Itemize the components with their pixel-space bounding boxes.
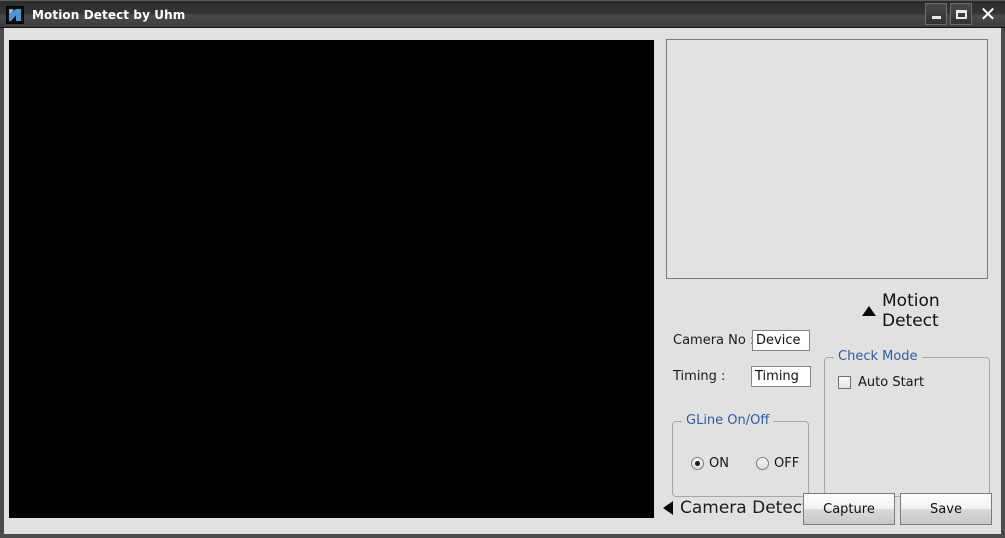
timing-label: Timing : xyxy=(673,369,726,384)
timing-row: Timing : xyxy=(673,366,811,387)
check-mode-group-title: Check Mode xyxy=(834,349,922,364)
radio-gline-on[interactable]: ON xyxy=(691,456,729,471)
radio-gline-on-label: ON xyxy=(709,456,729,471)
triangle-up-icon xyxy=(862,306,876,316)
save-button[interactable]: Save xyxy=(900,493,992,525)
camera-no-row: Camera No : xyxy=(673,330,810,351)
window-controls: ✕ xyxy=(925,3,1001,25)
app-window: Motion Detect by Uhm ✕ Motion Detect Cam… xyxy=(0,0,1005,538)
camera-detect-label: Camera Detect xyxy=(680,498,809,518)
triangle-left-icon xyxy=(663,501,673,515)
maximize-icon xyxy=(955,9,967,19)
motion-detect-label: Motion Detect xyxy=(882,291,940,331)
close-icon: ✕ xyxy=(979,2,997,26)
gline-group-box: GLine On/Off ON OFF xyxy=(672,413,809,497)
gline-group-title: GLine On/Off xyxy=(682,413,774,428)
checkbox-unchecked-icon xyxy=(838,376,851,389)
inner-surface: Motion Detect Camera No : Timing : GLine… xyxy=(4,28,1001,534)
capture-preview-panel[interactable] xyxy=(666,39,988,279)
motion-detect-header: Motion Detect xyxy=(862,291,1001,331)
camera-no-input[interactable] xyxy=(752,330,810,351)
app-logo-icon xyxy=(6,5,24,24)
radio-unselected-icon xyxy=(756,457,769,470)
timing-input[interactable] xyxy=(751,366,811,387)
camera-detect-footer: Camera Detect xyxy=(663,498,809,518)
minimize-button[interactable] xyxy=(925,3,947,25)
close-button[interactable]: ✕ xyxy=(975,3,1001,25)
capture-button[interactable]: Capture xyxy=(803,493,895,525)
check-mode-group-box: Check Mode Auto Start xyxy=(824,349,990,497)
window-title: Motion Detect by Uhm xyxy=(32,7,186,22)
camera-no-label: Camera No : xyxy=(673,333,755,348)
title-bar[interactable]: Motion Detect by Uhm ✕ xyxy=(0,0,1005,28)
video-preview-panel[interactable] xyxy=(9,40,654,518)
client-area: Motion Detect Camera No : Timing : GLine… xyxy=(0,28,1005,538)
radio-gline-off-label: OFF xyxy=(774,456,800,471)
minimize-icon xyxy=(931,15,941,19)
maximize-button[interactable] xyxy=(950,3,972,25)
radio-selected-icon xyxy=(691,457,704,470)
auto-start-label: Auto Start xyxy=(858,375,925,390)
radio-gline-off[interactable]: OFF xyxy=(756,456,799,471)
auto-start-checkbox[interactable]: Auto Start xyxy=(838,375,924,390)
